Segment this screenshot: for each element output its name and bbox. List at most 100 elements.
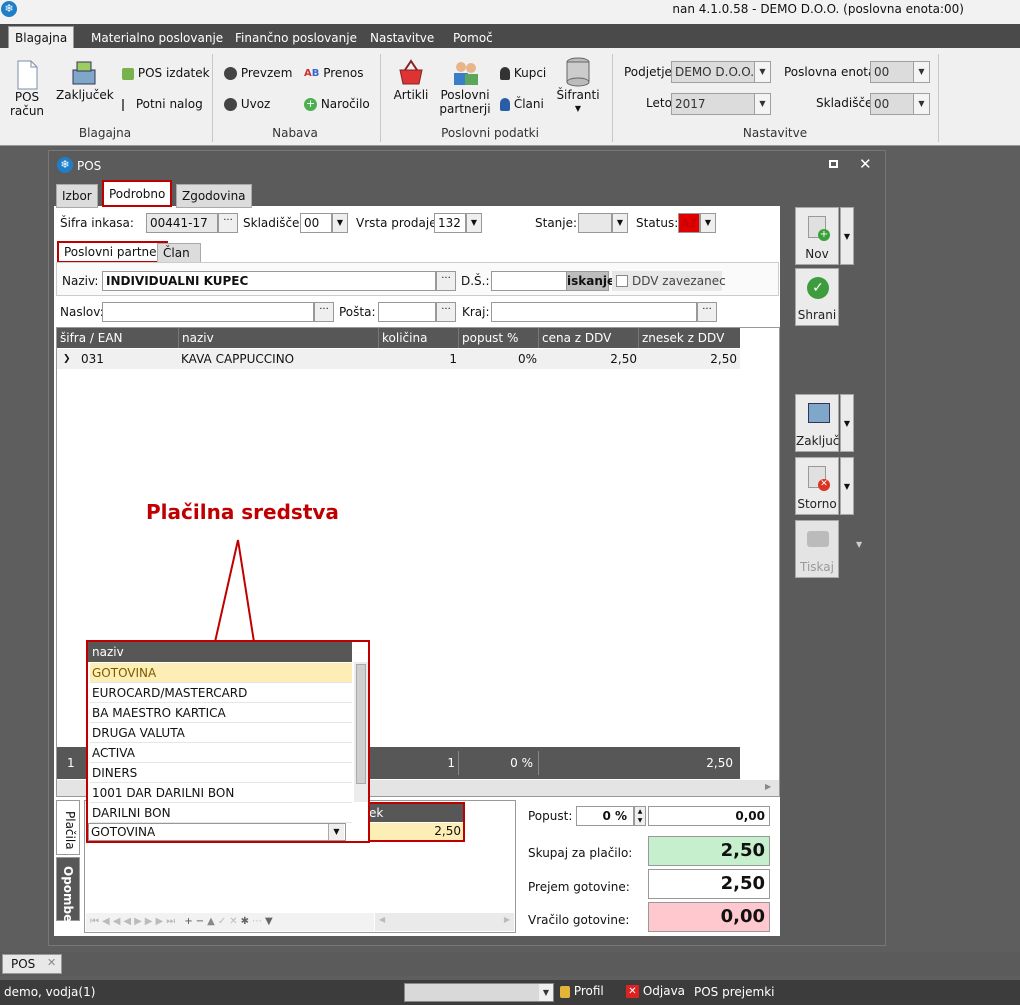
last-record-icon[interactable]: ⏭ — [166, 916, 178, 927]
scroll-right-icon[interactable]: ▶ — [765, 782, 771, 791]
spin-down-icon[interactable]: ▼ — [638, 817, 643, 824]
cancel-icon[interactable]: ✕ — [229, 916, 240, 927]
tab-financno-poslovanje[interactable]: Finančno poslovanje — [229, 28, 363, 48]
doc-tab-pos[interactable]: POS ✕ — [2, 954, 62, 974]
sifra-inkasa-lookup-button[interactable]: ··· — [218, 213, 238, 233]
clani-button[interactable]: Člani — [500, 96, 544, 112]
shrani-button[interactable]: ✓ Shrani — [795, 268, 839, 326]
podjetje-select[interactable]: DEMO D.O.O. ▼ — [671, 61, 771, 83]
ds-input[interactable] — [491, 271, 567, 291]
artikli-button[interactable]: Artikli — [390, 58, 432, 102]
cell-znesek[interactable]: 2,50 — [639, 349, 737, 369]
stanje-select[interactable] — [578, 213, 612, 233]
leto-select[interactable]: 2017 ▼ — [671, 93, 771, 115]
kraj-lookup-button[interactable]: ··· — [697, 302, 717, 322]
naziv-input[interactable]: INDIVIDUALNI KUPEC — [102, 271, 436, 291]
pos-izdatek-button[interactable]: POS izdatek — [122, 65, 210, 81]
cell-naziv[interactable]: KAVA CAPPUCCINO — [181, 349, 294, 369]
tab-pomoc[interactable]: Pomoč — [447, 28, 499, 48]
side-tab-placila[interactable]: Plačila — [56, 800, 80, 855]
narocilo-button[interactable]: + Naročilo — [304, 96, 370, 112]
naziv-lookup-button[interactable]: ··· — [436, 271, 456, 291]
tab-blagajna[interactable]: Blagajna — [8, 26, 75, 49]
sifranti-chevron-icon[interactable]: ▼ — [556, 102, 600, 116]
dropdown-scrollbar[interactable] — [354, 662, 368, 802]
popust-value-input[interactable]: 0,00 — [648, 806, 770, 826]
zakljucek-ribbon-button[interactable]: Zaključek — [56, 58, 114, 102]
prev-page-icon[interactable]: ◀◀ — [102, 916, 123, 927]
status-select[interactable]: ▼ — [404, 983, 554, 1002]
profil-button[interactable]: Profil — [560, 984, 604, 998]
column-header-popust[interactable]: popust % — [459, 328, 539, 348]
tab-poslovni-partner[interactable]: Poslovni partner — [57, 241, 169, 263]
sifranti-button[interactable]: Šifranti ▼ — [556, 56, 600, 116]
naslov-lookup-button[interactable]: ··· — [314, 302, 334, 322]
list-item-gotovina[interactable]: GOTOVINA — [90, 663, 352, 683]
odjava-button[interactable]: ✕ Odjava — [626, 984, 685, 998]
list-item-activa[interactable]: ACTIVA — [90, 743, 352, 763]
chevron-down-icon[interactable]: ▼ — [332, 213, 348, 233]
poslovna-enota-select[interactable]: 00 ▼ — [870, 61, 930, 83]
pos-prejemki-link[interactable]: POS prejemki — [694, 985, 774, 999]
chevron-down-icon[interactable]: ▼ — [612, 213, 628, 233]
nov-button[interactable]: + Nov — [795, 207, 839, 265]
prev-record-icon[interactable]: ◀ — [123, 916, 134, 927]
scroll-left-icon[interactable]: ◀ — [379, 915, 385, 924]
popust-spinner[interactable]: ▲ ▼ — [634, 806, 646, 826]
spin-up-icon[interactable]: ▲ — [638, 808, 643, 815]
chevron-down-icon[interactable]: ▼ — [539, 984, 553, 1001]
pos-racun-button[interactable]: POS račun — [8, 60, 46, 118]
uvoz-button[interactable]: Uvoz — [224, 96, 270, 112]
chevron-down-icon[interactable]: ▼ — [913, 94, 929, 114]
cell-popust[interactable]: 0% — [459, 349, 537, 369]
record-navigator[interactable]: ⏮◀◀◀▶▶▶⏭ +−▲✓✕✱⋯▼ — [86, 913, 374, 931]
column-header-cena[interactable]: cena z DDV — [539, 328, 639, 348]
ddv-zavezanec-checkbox[interactable] — [616, 275, 628, 287]
cell-cena[interactable]: 2,50 — [539, 349, 637, 369]
sifra-inkasa-input[interactable]: 00441-17 — [146, 213, 218, 233]
tab-clan[interactable]: Član — [157, 243, 201, 263]
prejem-gotovine-input[interactable]: 2,50 — [648, 869, 770, 899]
edit-record-icon[interactable]: ▲ — [207, 916, 218, 927]
tiskaj-dropdown-chevron-icon[interactable]: ▼ — [856, 540, 862, 549]
status-badge[interactable]: AZ — [678, 213, 700, 233]
naslov-input[interactable] — [102, 302, 314, 322]
tab-materialno-poslovanje[interactable]: Materialno poslovanje — [85, 28, 229, 48]
close-icon[interactable]: ✕ — [859, 155, 872, 173]
next-page-icon[interactable]: ▶▶ — [145, 916, 166, 927]
chevron-down-icon[interactable]: ▼ — [700, 213, 716, 233]
skladisce-ribbon-select[interactable]: 00 ▼ — [870, 93, 930, 115]
poslovni-partnerji-button[interactable]: Poslovni partnerji — [438, 58, 492, 116]
tab-podrobno[interactable]: Podrobno — [102, 180, 173, 207]
first-record-icon[interactable]: ⏮ — [90, 916, 102, 927]
posta-lookup-button[interactable]: ··· — [436, 302, 456, 322]
chevron-down-icon[interactable]: ▼ — [754, 62, 770, 82]
popust-percent-input[interactable]: 0 % — [576, 806, 634, 826]
next-record-icon[interactable]: ▶ — [134, 916, 145, 927]
prevzem-button[interactable]: Prevzem — [224, 65, 292, 81]
payment-method-input[interactable]: GOTOVINA — [88, 823, 346, 841]
tab-izbor[interactable]: Izbor — [56, 184, 98, 208]
chevron-down-icon[interactable]: ▼ — [466, 213, 482, 233]
payments-hscrollbar[interactable]: ◀ ▶ — [375, 913, 514, 931]
add-record-icon[interactable]: + — [184, 916, 195, 927]
scroll-right-icon[interactable]: ▶ — [504, 915, 510, 924]
tiskaj-button[interactable]: Tiskaj — [795, 520, 839, 578]
column-header-kolicina[interactable]: količina — [379, 328, 459, 348]
column-header-sifra[interactable]: šifra / EAN — [57, 328, 179, 348]
list-item-eurocard[interactable]: EUROCARD/MASTERCARD — [90, 683, 352, 703]
cell-sifra[interactable]: 031 — [81, 349, 104, 369]
maximize-icon[interactable] — [829, 160, 838, 168]
delete-record-icon[interactable]: − — [196, 916, 207, 927]
zakljucek-button[interactable]: Zaključek — [795, 394, 854, 452]
chevron-down-icon[interactable]: ▼ — [328, 824, 344, 840]
list-item-diners[interactable]: DINERS — [90, 763, 352, 783]
iskanje-button[interactable]: iskanje — [566, 271, 615, 291]
bookmark-icon[interactable]: ⋯ — [252, 916, 265, 927]
storno-button[interactable]: ✕ Storno — [795, 457, 839, 515]
list-item-darilni-bon[interactable]: DARILNI BON — [90, 803, 352, 823]
nov-dropdown-chevron-icon[interactable]: ▼ — [840, 207, 854, 265]
payment-method-dropdown[interactable]: naziv GOTOVINA EUROCARD/MASTERCARD BA MA… — [86, 640, 370, 843]
chevron-down-icon[interactable]: ▼ — [754, 94, 770, 114]
column-header-znesek[interactable]: znesek z DDV — [639, 328, 740, 348]
